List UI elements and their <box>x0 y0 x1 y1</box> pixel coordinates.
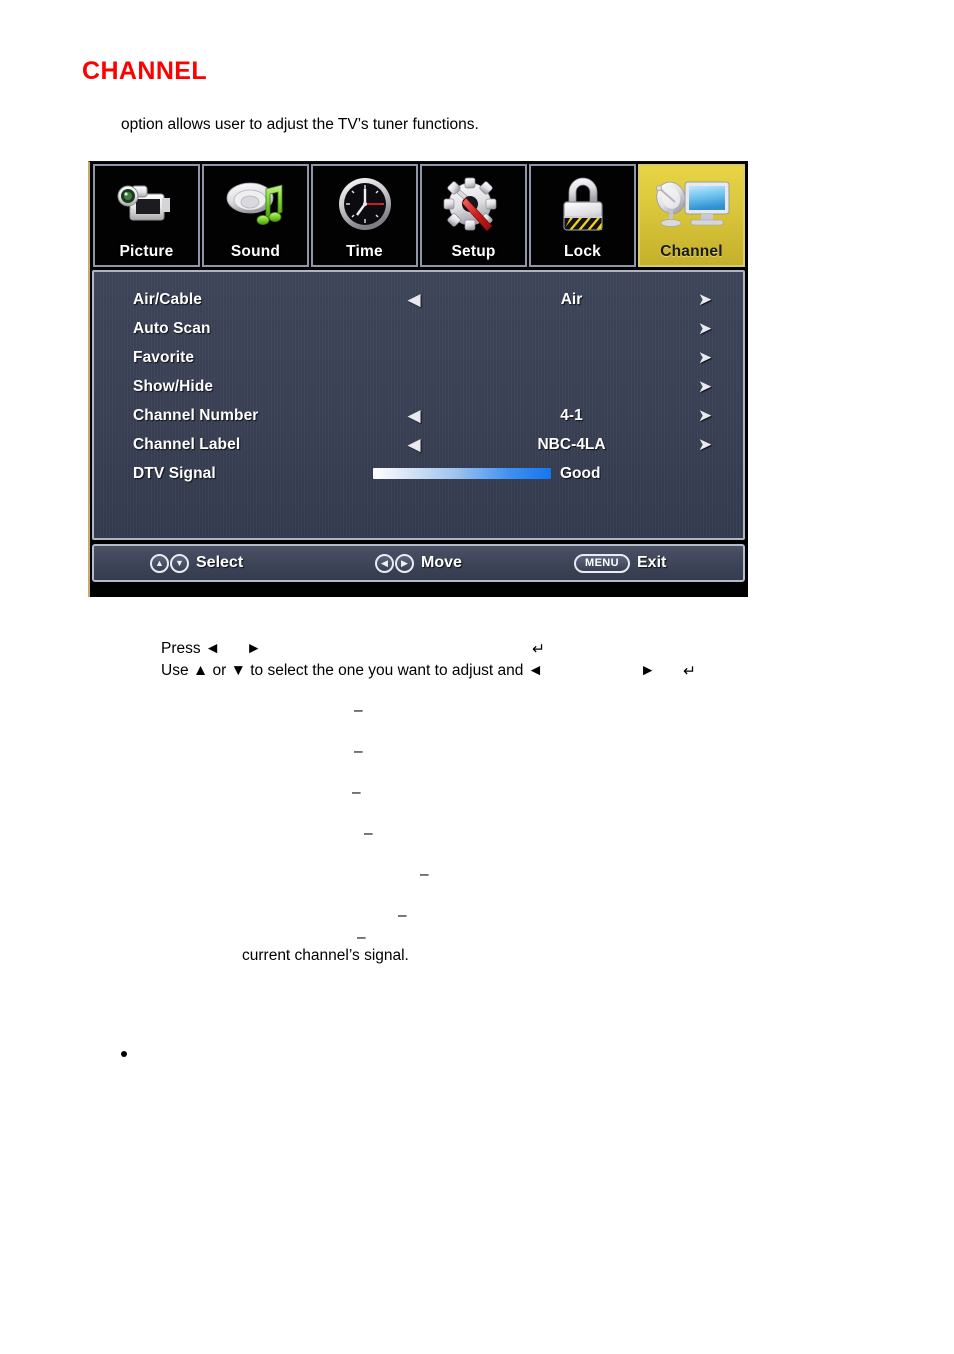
hint-select: ▲ ▼ Select <box>150 553 244 573</box>
list-item-dash: – <box>354 743 363 760</box>
list-item-dash: – <box>364 825 373 842</box>
speaker-music-note-icon <box>204 172 307 238</box>
menu-row-dtv-signal: DTV Signal Good <box>94 459 743 488</box>
clock-icon <box>313 172 416 238</box>
arrow-right-icon: ▶ <box>395 553 414 573</box>
list-item-dash: – <box>354 702 363 719</box>
osd-tab-lock[interactable]: Lock <box>529 164 636 267</box>
osd-tab-label: Time <box>346 243 383 260</box>
arrow-up-icon: ▲ <box>150 553 169 573</box>
chevron-right-icon[interactable]: ➤ <box>695 407 715 424</box>
menu-key-icon: MENU <box>574 553 630 573</box>
osd-tab-time[interactable]: Time <box>311 164 418 267</box>
list-item-dash: – <box>357 929 366 946</box>
satellite-dish-tv-icon <box>640 172 743 238</box>
chevron-right-icon[interactable]: ➤ <box>695 436 715 453</box>
chevron-right-icon[interactable]: ➤ <box>695 291 715 308</box>
menu-row-label: Favorite <box>133 348 195 366</box>
instruction-press-enter-glyph: ↵ <box>532 641 545 658</box>
leftright-keys-icon: ◀ ▶ <box>375 553 414 573</box>
osd-tab-label: Sound <box>230 243 281 260</box>
osd-tab-label: Channel <box>660 243 723 260</box>
hint-exit: MENU Exit <box>574 553 667 573</box>
hint-label: Exit <box>637 554 667 571</box>
chevron-right-icon[interactable]: ➤ <box>695 378 715 395</box>
menu-row-label: Air/Cable <box>133 290 202 308</box>
instruction-signal-line: current channel’s signal. <box>242 947 409 964</box>
chevron-right-icon[interactable]: ➤ <box>695 349 715 366</box>
chevron-right-icon[interactable]: ➤ <box>695 320 715 337</box>
osd-tab-setup[interactable]: Setup <box>420 164 527 267</box>
menu-row-label: Show/Hide <box>133 377 214 395</box>
list-item-dash: – <box>352 784 361 801</box>
menu-row-label: DTV Signal <box>133 464 216 482</box>
dtv-signal-meter <box>373 468 551 479</box>
dtv-signal-status: Good <box>560 464 601 482</box>
menu-row-air-cable[interactable]: Air/Cable ◀ Air ➤ <box>94 285 743 314</box>
bullet-marker <box>121 1051 127 1057</box>
arrow-left-icon: ◀ <box>375 553 394 573</box>
arrow-down-icon: ▼ <box>170 553 189 573</box>
osd-tab-label: Setup <box>451 243 496 260</box>
chevron-left-icon[interactable]: ◀ <box>404 291 424 308</box>
menu-row-favorite[interactable]: Favorite ➤ <box>94 343 743 372</box>
menu-row-value: Air <box>560 290 583 308</box>
osd-tab-sound[interactable]: Sound <box>202 164 309 267</box>
intro-paragraph: option allows user to adjust the TV’s tu… <box>121 116 479 133</box>
osd-tab-label: Lock <box>564 243 601 260</box>
page-title: CHANNEL <box>82 57 208 85</box>
instruction-use-enter-glyph: ↵ <box>683 663 696 680</box>
menu-row-value: NBC-4LA <box>537 435 606 453</box>
hint-label: Move <box>421 554 462 571</box>
menu-row-auto-scan[interactable]: Auto Scan ➤ <box>94 314 743 343</box>
chevron-left-icon[interactable]: ◀ <box>404 436 424 453</box>
menu-row-label: Auto Scan <box>133 319 211 337</box>
menu-row-value: 4-1 <box>560 406 583 424</box>
padlock-icon <box>531 172 634 238</box>
hint-move: ◀ ▶ Move <box>375 553 462 573</box>
menu-row-label: Channel Number <box>133 406 259 424</box>
osd-hint-bar: ▲ ▼ Select ◀ ▶ Move MENU Exit <box>92 544 745 582</box>
chevron-left-icon[interactable]: ◀ <box>404 407 424 424</box>
instruction-use-line: Use ▲ or ▼ to select the one you want to… <box>161 662 544 679</box>
menu-row-show-hide[interactable]: Show/Hide ➤ <box>94 372 743 401</box>
osd-screenshot: Picture Sound Time Setup Lock Channel Ai… <box>88 161 748 597</box>
osd-tab-strip: Picture Sound Time Setup Lock Channel <box>92 164 745 267</box>
instruction-use-right-arrow: ► <box>640 662 656 679</box>
instruction-press-line: Press ◄ ► <box>161 640 262 657</box>
list-item-dash: – <box>398 907 407 924</box>
osd-menu-panel: Air/Cable ◀ Air ➤ Auto Scan ➤ Favorite ➤… <box>92 270 745 540</box>
osd-tab-channel[interactable]: Channel <box>638 164 745 267</box>
hint-label: Select <box>196 554 244 571</box>
menu-row-channel-label[interactable]: Channel Label ◀ NBC-4LA ➤ <box>94 430 743 459</box>
camcorder-icon <box>95 172 198 238</box>
osd-tab-label: Picture <box>119 243 174 260</box>
menu-row-label: Channel Label <box>133 435 241 453</box>
menu-row-channel-number[interactable]: Channel Number ◀ 4-1 ➤ <box>94 401 743 430</box>
gear-screwdriver-icon <box>422 172 525 238</box>
list-item-dash: – <box>420 866 429 883</box>
updown-keys-icon: ▲ ▼ <box>150 553 189 573</box>
osd-tab-picture[interactable]: Picture <box>93 164 200 267</box>
